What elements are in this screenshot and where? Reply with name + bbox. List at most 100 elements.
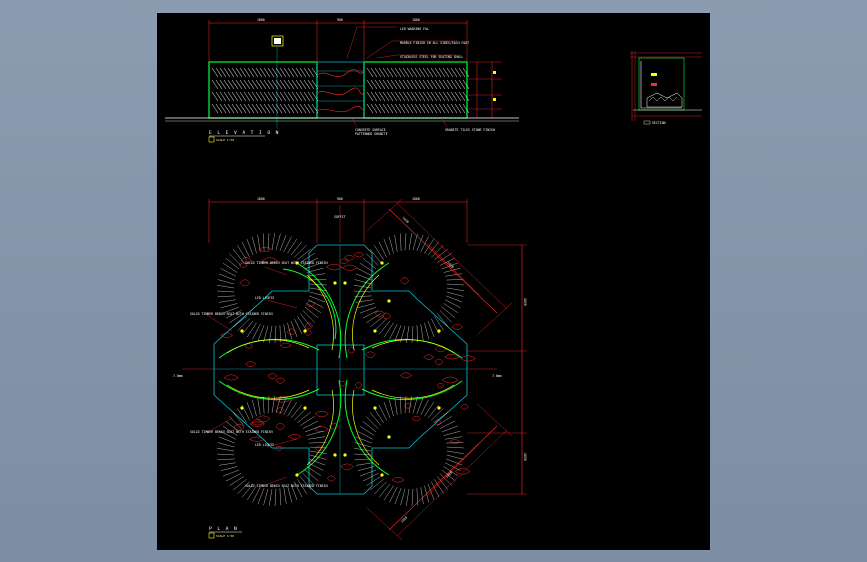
led-dot bbox=[387, 435, 391, 439]
pebble bbox=[275, 377, 286, 384]
hatch-line bbox=[416, 397, 424, 414]
hatch-line bbox=[271, 396, 275, 414]
hatch-line bbox=[441, 425, 459, 433]
hatch-line bbox=[297, 411, 311, 423]
led-dot bbox=[333, 281, 337, 285]
pebble bbox=[391, 477, 405, 483]
diag-dim-4: 1420 bbox=[400, 515, 408, 523]
hatch-line bbox=[257, 234, 261, 252]
hatch-line bbox=[394, 234, 398, 252]
pebble bbox=[249, 436, 265, 442]
elev-note-3: GRANITE TILES STONE FINISH bbox=[445, 128, 495, 132]
pebble bbox=[258, 246, 272, 253]
hatch-line bbox=[267, 396, 270, 414]
hatch-line bbox=[218, 436, 235, 444]
hatch-line bbox=[269, 488, 273, 506]
elev-callout-3: STAINLESS STEEL FOR SEATING SHELL bbox=[400, 55, 463, 59]
hatch-line bbox=[437, 416, 452, 426]
hatch-line bbox=[251, 399, 257, 417]
hatch-line bbox=[362, 421, 377, 433]
elev-dim-1: 1800 bbox=[257, 18, 265, 22]
pebble bbox=[451, 323, 463, 330]
pebble bbox=[275, 422, 286, 430]
hatch-line bbox=[445, 273, 463, 277]
hatch-line bbox=[420, 487, 424, 505]
plan-note-1: SOLID TIMBER BENCH SEAT WITH STAINED FIN… bbox=[245, 261, 328, 265]
hatch-line bbox=[379, 483, 391, 498]
plan-view: 1800 900 1800 SOFFIT 1420 1420 1420 1420… bbox=[173, 197, 527, 541]
led-dot bbox=[387, 299, 391, 303]
hatch-line bbox=[369, 412, 381, 426]
hatch-line bbox=[246, 238, 254, 256]
pebble bbox=[245, 361, 257, 368]
hatch-line bbox=[309, 446, 327, 449]
hatch-line bbox=[374, 245, 384, 260]
hatch-line bbox=[446, 454, 464, 460]
plan-note-5: LED LIGHTS bbox=[255, 443, 274, 447]
hatch-line bbox=[445, 462, 461, 471]
elevation-scale: SCALE 1:50 bbox=[216, 138, 234, 142]
hatch-line bbox=[383, 485, 394, 501]
hatch-line bbox=[446, 291, 464, 297]
pebble bbox=[327, 475, 336, 482]
plan-scale: SCALE 1:50 bbox=[216, 534, 234, 538]
hatch-line bbox=[434, 411, 448, 423]
hatch-line bbox=[406, 488, 410, 506]
pebble bbox=[279, 342, 292, 348]
hatch-line bbox=[217, 279, 235, 285]
hatch-line bbox=[366, 416, 379, 429]
led-dot bbox=[333, 453, 337, 457]
elevation-view: 1800 900 1800 LED WASHING FAL MARBLE FIN… bbox=[165, 18, 519, 143]
led-dot bbox=[240, 329, 244, 333]
drawing-sheet: 1800 900 1800 LED WASHING FAL MARBLE FIN… bbox=[157, 13, 710, 550]
hatch-line bbox=[355, 273, 372, 281]
pebble bbox=[449, 439, 461, 445]
plan-dim-2: 900 bbox=[337, 197, 343, 201]
hatch-line bbox=[446, 446, 464, 449]
hatch-line bbox=[217, 458, 235, 460]
hatch-line bbox=[269, 325, 273, 343]
pebble bbox=[434, 358, 444, 365]
hatch-line bbox=[242, 320, 254, 335]
led-dot bbox=[380, 261, 384, 265]
elevation-title: E L E V A T I O N bbox=[209, 130, 280, 136]
hatch-line bbox=[354, 290, 372, 293]
hatch-line bbox=[232, 249, 244, 263]
hatch-line bbox=[374, 318, 387, 331]
hatch-line bbox=[446, 295, 463, 303]
hatch-line bbox=[354, 442, 372, 448]
elev-dim-3: 1800 bbox=[412, 18, 420, 22]
hatch-line bbox=[400, 233, 402, 251]
hatch-line bbox=[359, 306, 377, 314]
hatch-line bbox=[257, 488, 265, 505]
elev-note-2: PATTERNED GRANITE bbox=[355, 132, 388, 136]
hatch-line bbox=[437, 313, 449, 327]
hatch-line bbox=[279, 488, 281, 506]
hatch-line bbox=[251, 236, 257, 254]
side-label-left: 7.0mm bbox=[173, 374, 183, 378]
paving-pattern bbox=[220, 246, 476, 483]
hatch-line bbox=[394, 488, 402, 505]
pebble bbox=[460, 403, 469, 410]
pebble bbox=[460, 355, 476, 362]
hatch-line bbox=[225, 258, 240, 270]
cad-drawing: 1800 900 1800 LED WASHING FAL MARBLE FIN… bbox=[165, 18, 702, 541]
led-dot bbox=[343, 453, 347, 457]
hatch-line bbox=[274, 325, 277, 343]
hatch-line bbox=[308, 436, 326, 440]
hatch-line bbox=[427, 320, 435, 338]
led-dot bbox=[303, 406, 307, 410]
hatch-line bbox=[283, 487, 287, 505]
pebble bbox=[314, 410, 329, 418]
hatch-line bbox=[275, 233, 281, 251]
hatch-line bbox=[362, 258, 377, 270]
pebble bbox=[326, 264, 343, 271]
elev-callout-1: LED WASHING FAL bbox=[400, 27, 429, 31]
hatch-line bbox=[290, 241, 302, 256]
hatch-line bbox=[252, 487, 261, 503]
hatch-line bbox=[416, 234, 424, 251]
hatch-line bbox=[394, 397, 398, 415]
pebble bbox=[365, 351, 376, 359]
hatch-line bbox=[252, 324, 261, 340]
pebble bbox=[423, 354, 435, 360]
